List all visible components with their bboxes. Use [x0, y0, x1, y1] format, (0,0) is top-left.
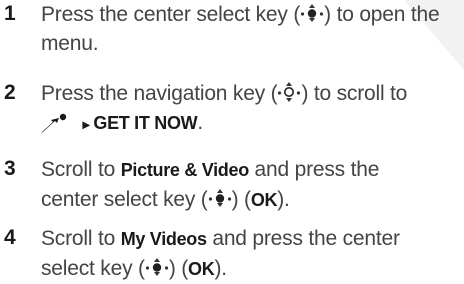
center-select-key-icon [208, 189, 231, 208]
step-text-part: Press the navigation key ( [41, 82, 278, 105]
menu-item-picture-video: Picture & Video [120, 160, 250, 180]
center-select-key-icon [301, 4, 324, 23]
ok-label: OK [188, 259, 215, 279]
step-text-part: ). [277, 188, 290, 211]
step-text-part: ). [214, 257, 227, 280]
menu-arrow: ▸ [82, 116, 90, 132]
step-text: Scroll to Picture & Video and press the … [41, 155, 441, 215]
step-text: Press the center select key () to open t… [41, 0, 441, 58]
step-text-part: Scroll to [41, 227, 121, 250]
menu-item-my-videos: My Videos [120, 229, 207, 249]
step-text-part: ) ( [231, 188, 251, 211]
step-number: 2 [4, 81, 16, 104]
step-number: 3 [4, 157, 16, 180]
menu-item-get-it-now: GET IT NOW [93, 113, 198, 133]
step-text-part: Press the center select key ( [41, 3, 301, 26]
navigation-key-icon [278, 82, 301, 103]
ok-label: OK [250, 190, 278, 210]
step-text-part: Scroll to [41, 158, 121, 181]
step-number: 4 [4, 226, 16, 249]
step-text-part: ) ( [168, 257, 189, 280]
center-select-key-icon [145, 258, 168, 277]
get-it-now-icon [41, 114, 67, 134]
step-text: Scroll to My Videos and press the center… [41, 224, 441, 284]
step-number: 1 [4, 2, 16, 25]
step-text-part: . [197, 111, 204, 134]
step-text-part: ) to scroll to [301, 82, 408, 105]
step-text: Press the navigation key ( ) to scroll to… [41, 79, 441, 139]
